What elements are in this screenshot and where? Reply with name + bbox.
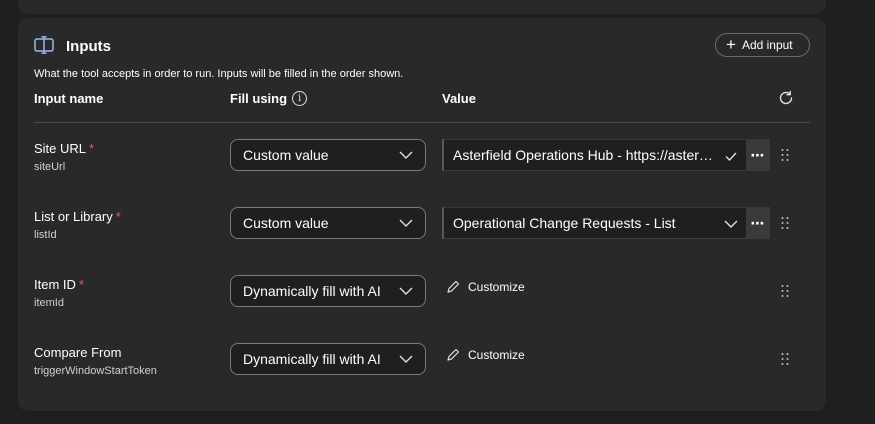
value-field-list[interactable]: Operational Change Requests - List: [442, 207, 746, 239]
fill-using-value: Dynamically fill with AI: [243, 283, 381, 299]
drag-handle-icon[interactable]: [780, 284, 790, 298]
add-input-button[interactable]: + Add input: [715, 33, 810, 57]
input-key: listId: [34, 229, 57, 241]
header-divider: [34, 122, 810, 123]
refresh-icon[interactable]: [778, 90, 794, 106]
input-key: triggerWindowStartToken: [34, 365, 157, 377]
chevron-down-icon: [399, 287, 413, 295]
fill-using-dropdown-compare-from[interactable]: Dynamically fill with AI: [230, 343, 426, 375]
pencil-icon: [447, 280, 460, 293]
add-input-label: Add input: [741, 38, 793, 52]
fill-using-dropdown-item-id[interactable]: Dynamically fill with AI: [230, 275, 426, 307]
fill-using-dropdown-site-url[interactable]: Custom value: [230, 139, 426, 171]
fill-using-value: Custom value: [243, 215, 329, 231]
value-text: Operational Change Requests - List: [453, 215, 676, 231]
customize-button-item-id[interactable]: Customize: [446, 280, 525, 294]
drag-handle-icon[interactable]: [780, 216, 790, 230]
chevron-down-icon: [724, 220, 738, 228]
section-subtitle: What the tool accepts in order to run. I…: [34, 68, 404, 80]
input-key: itemId: [34, 297, 64, 309]
fill-using-dropdown-list[interactable]: Custom value: [230, 207, 426, 239]
previous-card: [18, 0, 826, 14]
chevron-down-icon: [399, 355, 413, 363]
drag-handle-icon[interactable]: [780, 148, 790, 162]
required-marker: *: [78, 277, 84, 292]
drag-handle-icon[interactable]: [780, 352, 790, 366]
column-header-fill-label: Fill using: [230, 91, 288, 106]
customize-button-compare-from[interactable]: Customize: [446, 348, 525, 362]
chevron-down-icon: [399, 151, 413, 159]
input-label: Site URL *: [34, 141, 95, 156]
info-icon[interactable]: i: [292, 91, 308, 106]
more-icon[interactable]: ⋯: [746, 139, 770, 171]
pencil-icon: [447, 348, 460, 361]
input-icon: [34, 36, 54, 54]
inputs-card: Inputs + Add input What the tool accepts…: [18, 18, 826, 411]
input-label: Compare From: [34, 345, 122, 360]
section-title: Inputs: [66, 38, 111, 55]
required-marker: *: [89, 141, 95, 156]
value-field-site-url[interactable]: Asterfield Operations Hub - https://aste…: [442, 139, 746, 171]
input-key: siteUrl: [34, 161, 66, 173]
more-icon[interactable]: ⋯: [746, 207, 770, 239]
plus-icon: +: [726, 34, 736, 54]
input-label: Item ID *: [34, 277, 84, 292]
fill-using-value: Dynamically fill with AI: [243, 351, 381, 367]
value-text: Asterfield Operations Hub - https://aste…: [453, 147, 713, 163]
customize-label: Customize: [468, 280, 525, 294]
input-label: List or Library *: [34, 209, 121, 224]
column-header-fill-using: Fill using i: [230, 91, 308, 106]
check-icon: [725, 152, 737, 162]
customize-label: Customize: [468, 348, 525, 362]
column-header-input-name: Input name: [34, 91, 104, 106]
chevron-down-icon: [399, 219, 413, 227]
required-marker: *: [115, 209, 121, 224]
fill-using-value: Custom value: [243, 147, 329, 163]
column-header-value: Value: [442, 91, 476, 106]
